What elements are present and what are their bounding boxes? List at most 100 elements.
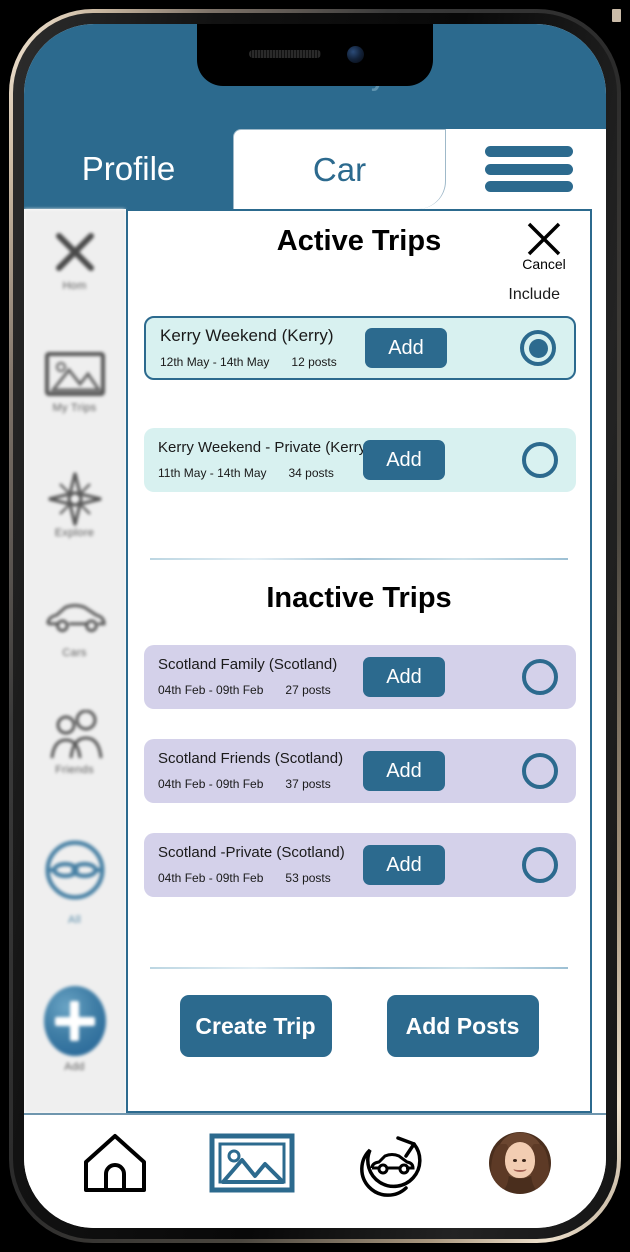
sidebar-item-friends[interactable]: Friends <box>24 710 125 776</box>
front-camera-icon <box>347 46 364 63</box>
cancel-label: Cancel <box>522 256 566 272</box>
table-row[interactable]: Scotland Friends (Scotland) 04th Feb - 0… <box>144 739 576 803</box>
sidebar-item-all[interactable]: All <box>24 829 125 926</box>
trip-posts: 53 posts <box>285 870 331 885</box>
include-radio[interactable] <box>522 659 558 695</box>
trips-modal: Active Trips Cancel Include Kerry Weeken… <box>126 209 592 1113</box>
nav-item-car-refresh[interactable] <box>354 1128 430 1198</box>
inactive-trips-title: Inactive Trips <box>266 582 452 614</box>
add-button[interactable]: Add <box>363 657 445 697</box>
sidebar-item-my-trips[interactable]: My Trips <box>24 349 125 414</box>
trip-dates: 12th May - 14th May <box>160 354 270 369</box>
trip-posts: 12 posts <box>291 354 337 369</box>
sidebar-item-label: Add <box>64 1061 85 1073</box>
tab-car-label: Car <box>312 150 367 188</box>
car-refresh-icon <box>359 1135 422 1197</box>
add-posts-button[interactable]: Add Posts <box>386 995 539 1057</box>
avatar-eye-right <box>521 1158 526 1162</box>
hamburger-bar <box>485 181 573 192</box>
bottom-nav <box>24 1113 606 1228</box>
plus-horizontal <box>54 1016 95 1026</box>
include-radio[interactable] <box>522 847 558 883</box>
trip-info: Scotland Family (Scotland) 04th Feb - 09… <box>158 657 363 697</box>
tab-car[interactable]: Car <box>233 129 446 209</box>
close-x-icon <box>44 227 106 277</box>
tab-profile-label: Profile <box>81 150 176 187</box>
sidebar-item-label: Explore <box>54 527 95 539</box>
add-button[interactable]: Add <box>363 845 445 885</box>
include-radio[interactable] <box>522 442 558 478</box>
table-row[interactable]: Scotland Family (Scotland) 04th Feb - 09… <box>144 645 576 709</box>
sidebar-item-label: Friends <box>55 764 94 776</box>
hamburger-icon[interactable] <box>485 143 573 195</box>
speaker-grille-icon <box>249 50 321 58</box>
phone-frame: No Journey Profile Car <box>9 9 621 1243</box>
app-container: No Journey Profile Car <box>24 24 606 1228</box>
table-row[interactable]: Kerry Weekend - Private (Kerry) 11th May… <box>144 428 576 492</box>
plus-circle-icon <box>43 986 106 1056</box>
trip-posts: 37 posts <box>285 776 331 791</box>
cancel-button[interactable]: Cancel <box>516 219 572 272</box>
sidebar-item-hom[interactable]: Hom <box>24 227 125 292</box>
tab-profile[interactable]: Profile <box>24 129 233 209</box>
modal-header: Active Trips Cancel <box>128 211 590 283</box>
trip-info: Scotland -Private (Scotland) 04th Feb - … <box>158 845 363 885</box>
sidebar: Hom My Trips Explore Cars Friends All Ad… <box>24 209 125 1113</box>
modal-actions: Create Trip Add Posts <box>128 969 590 1057</box>
compass-icon <box>44 472 106 526</box>
trip-dates: 04th Feb - 09th Feb <box>158 870 264 885</box>
trip-dates: 11th May - 14th May <box>158 465 267 480</box>
trip-meta: 04th Feb - 09th Feb 53 posts <box>158 871 363 885</box>
notch <box>197 24 433 86</box>
add-button[interactable]: Add <box>363 440 445 480</box>
trip-dates: 04th Feb - 09th Feb <box>158 776 264 791</box>
sidebar-item-explore[interactable]: Explore <box>24 472 125 539</box>
trip-meta: 11th May - 14th May 34 posts <box>158 466 363 480</box>
car-icon <box>44 594 106 644</box>
trip-name: Scotland -Private (Scotland) <box>158 844 345 862</box>
include-radio[interactable] <box>520 330 556 366</box>
trip-meta: 04th Feb - 09th Feb 27 posts <box>158 683 363 697</box>
inactive-trips-list: Scotland Family (Scotland) 04th Feb - 09… <box>128 629 590 911</box>
tab-bar: Profile Car <box>24 129 606 209</box>
active-trips-list: Kerry Weekend (Kerry) 12th May - 14th Ma… <box>128 304 590 506</box>
photo-icon <box>44 349 106 399</box>
antenna-band <box>612 9 621 22</box>
phone-screen: No Journey Profile Car <box>24 24 606 1228</box>
trip-meta: 04th Feb - 09th Feb 37 posts <box>158 777 363 791</box>
trip-info: Scotland Friends (Scotland) 04th Feb - 0… <box>158 751 363 791</box>
link-circle-icon <box>44 829 106 911</box>
create-trip-button[interactable]: Create Trip <box>179 995 332 1057</box>
sidebar-item-add[interactable]: Add <box>24 984 125 1073</box>
friends-icon <box>44 710 106 761</box>
sidebar-item-label: Hom <box>62 280 87 292</box>
add-button[interactable]: Add <box>363 751 445 791</box>
trip-info: Kerry Weekend - Private (Kerry) 11th May… <box>158 439 372 480</box>
nav-item-home[interactable] <box>80 1130 150 1196</box>
section-divider <box>150 558 568 560</box>
trip-posts: 34 posts <box>288 465 334 480</box>
table-row[interactable]: Kerry Weekend (Kerry) 12th May - 14th Ma… <box>144 316 576 380</box>
include-label: Include <box>508 286 560 303</box>
include-radio[interactable] <box>522 753 558 789</box>
table-row[interactable]: Scotland -Private (Scotland) 04th Feb - … <box>144 833 576 897</box>
sidebar-item-cars[interactable]: Cars <box>24 594 125 659</box>
close-x-icon <box>527 222 561 256</box>
plus-circle-icon-wrap <box>43 984 106 1058</box>
add-button[interactable]: Add <box>365 328 447 368</box>
phone-bezel: No Journey Profile Car <box>13 13 617 1239</box>
home-icon <box>83 1133 146 1192</box>
nav-item-gallery[interactable] <box>209 1132 295 1194</box>
trip-posts: 27 posts <box>285 682 331 697</box>
sidebar-item-label: Cars <box>62 647 87 659</box>
trip-name: Kerry Weekend - Private (Kerry) <box>158 439 372 457</box>
gallery-icon <box>209 1133 294 1192</box>
nav-item-avatar[interactable] <box>488 1131 551 1194</box>
trip-name: Scotland Family (Scotland) <box>158 656 338 674</box>
sidebar-item-label: All <box>67 914 82 926</box>
